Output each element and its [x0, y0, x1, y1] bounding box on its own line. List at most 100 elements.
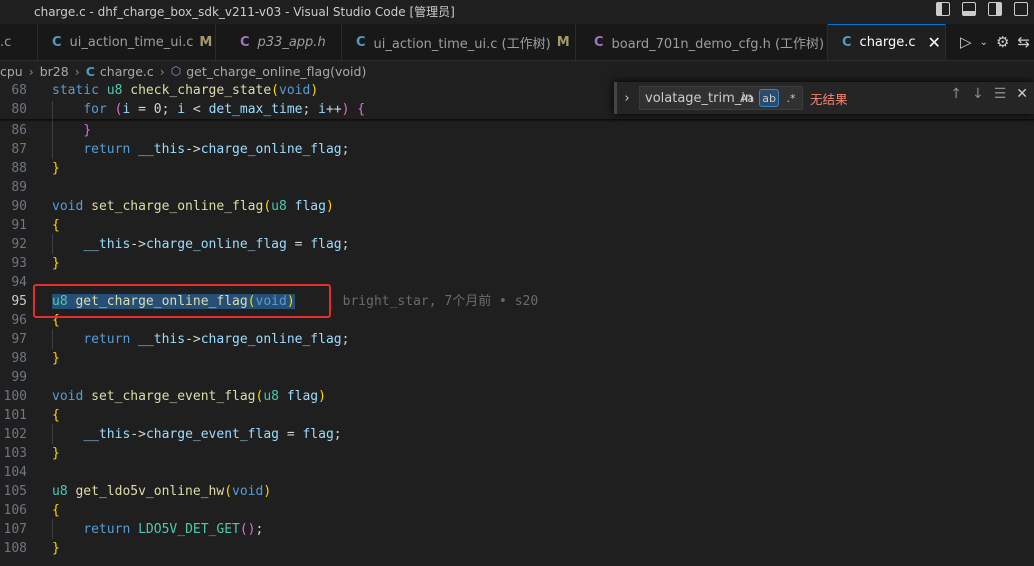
- whole-word-toggle[interactable]: ab: [759, 89, 779, 107]
- code-token: return: [83, 332, 139, 347]
- code-line[interactable]: 98}: [0, 349, 1034, 368]
- code-token: det_max_time: [208, 102, 303, 117]
- h-file-icon: C: [594, 34, 604, 50]
- code-token: }: [52, 541, 60, 556]
- match-case-toggle[interactable]: Aa: [738, 89, 756, 107]
- regex-toggle[interactable]: .*: [782, 89, 800, 107]
- code-text: {: [52, 501, 60, 520]
- line-number[interactable]: 68: [0, 81, 27, 100]
- code-line[interactable]: 102 __this->charge_event_flag = flag;: [0, 425, 1034, 444]
- code-token: ;: [341, 142, 350, 157]
- code-line[interactable]: 92 __this->charge_online_flag = flag;: [0, 235, 1034, 254]
- code-token: ): [310, 83, 319, 98]
- line-number[interactable]: 89: [0, 178, 27, 197]
- line-number[interactable]: 93: [0, 254, 27, 273]
- line-number[interactable]: 80: [0, 100, 27, 119]
- code-token: set_charge_event_flag: [91, 389, 256, 404]
- line-number[interactable]: 91: [0, 216, 27, 235]
- tab-ui-action-time-ui-worktree[interactable]: C ui_action_time_ui.c (工作树) M: [342, 24, 576, 60]
- line-number[interactable]: 86: [0, 121, 27, 140]
- code-line[interactable]: 99: [0, 368, 1034, 387]
- find-input[interactable]: volatage_trim_in Aa ab .*: [639, 86, 803, 110]
- code-line[interactable]: 97 return __this->charge_online_flag;: [0, 330, 1034, 349]
- line-number[interactable]: 108: [0, 539, 27, 558]
- code-line[interactable]: 108}: [0, 539, 1034, 558]
- code-editor[interactable]: 68 static u8 check_charge_state(void) 80 f…: [0, 81, 1034, 566]
- line-number[interactable]: 98: [0, 349, 27, 368]
- line-number[interactable]: 102: [0, 425, 27, 444]
- code-line[interactable]: 101 {: [0, 406, 1034, 425]
- code-token: void: [52, 199, 92, 214]
- find-in-selection-icon[interactable]: ☰: [994, 86, 1007, 102]
- line-number[interactable]: 107: [0, 520, 27, 539]
- close-icon[interactable]: ✕: [1016, 86, 1028, 102]
- code-line[interactable]: 87 return __this->charge_online_flag;: [0, 140, 1034, 159]
- breadcrumb-br28[interactable]: br28: [40, 64, 69, 79]
- breadcrumb-symbol[interactable]: get_charge_online_flag(void): [186, 64, 366, 79]
- code-token: ): [325, 199, 334, 214]
- line-number[interactable]: 104: [0, 463, 27, 482]
- code-token: (: [263, 199, 272, 214]
- line-number[interactable]: 88: [0, 159, 27, 178]
- close-icon[interactable]: ✕: [928, 33, 941, 52]
- gear-icon[interactable]: ⚙: [996, 33, 1009, 51]
- tab-label: p33_app.h: [257, 34, 326, 50]
- line-number[interactable]: 99: [0, 368, 27, 387]
- code-text: u8 get_ldo5v_online_hw(void): [52, 482, 271, 501]
- toggle-replace-chevron-icon[interactable]: ›: [617, 91, 637, 106]
- code-token: void: [232, 484, 264, 499]
- find-query: volatage_trim_in: [645, 90, 754, 106]
- code-line[interactable]: 107 return LDO5V_DET_GET();: [0, 520, 1034, 539]
- code-token: }: [52, 161, 60, 176]
- chevron-down-icon[interactable]: ⌄: [980, 37, 988, 48]
- breadcrumb-file[interactable]: charge.c: [100, 64, 154, 79]
- code-line[interactable]: 86 }: [0, 121, 1034, 140]
- code-line[interactable]: 103}: [0, 444, 1034, 463]
- code-token: ->: [130, 427, 146, 442]
- line-number[interactable]: 105: [0, 482, 27, 501]
- line-number[interactable]: 92: [0, 235, 27, 254]
- tab-c-file[interactable]: .c: [0, 24, 38, 60]
- run-debug-icon[interactable]: ▷: [960, 33, 972, 51]
- arrow-up-icon[interactable]: ↑: [950, 86, 962, 102]
- line-number[interactable]: 96: [0, 311, 27, 330]
- line-number[interactable]: 95: [0, 292, 27, 311]
- code-line[interactable]: 93}: [0, 254, 1034, 273]
- line-number[interactable]: 87: [0, 140, 27, 159]
- line-number[interactable]: 97: [0, 330, 27, 349]
- line-number[interactable]: 101: [0, 406, 27, 425]
- arrow-down-icon[interactable]: ↓: [972, 86, 984, 102]
- line-number[interactable]: 94: [0, 273, 27, 292]
- code-line[interactable]: 89: [0, 178, 1034, 197]
- code-line[interactable]: 90 void set_charge_online_flag(u8 flag): [0, 197, 1034, 216]
- code-token: u8: [263, 389, 287, 404]
- tab-charge-c[interactable]: C charge.c ✕: [828, 24, 946, 60]
- code-line[interactable]: 106 {: [0, 501, 1034, 520]
- tab-p33-app-h[interactable]: C p33_app.h: [216, 24, 342, 60]
- code-token: charge_online_flag: [200, 142, 342, 157]
- code-line[interactable]: 88}: [0, 159, 1034, 178]
- toggle-secondary-sidebar-icon[interactable]: [988, 2, 1002, 16]
- tab-ui-action-time-ui[interactable]: C ui_action_time_ui.c M: [38, 24, 216, 60]
- line-number[interactable]: 100: [0, 387, 27, 406]
- code-line[interactable]: 104: [0, 463, 1034, 482]
- code-token: void: [52, 389, 92, 404]
- code-token: }: [83, 123, 92, 138]
- code-token: (: [224, 484, 233, 499]
- toggle-panel-icon[interactable]: [962, 2, 976, 16]
- annotation-highlight-box: [33, 284, 331, 318]
- line-number[interactable]: 103: [0, 444, 27, 463]
- toggle-primary-sidebar-icon[interactable]: [936, 2, 950, 16]
- code-line[interactable]: 105 u8 get_ldo5v_online_hw(void): [0, 482, 1034, 501]
- code-line[interactable]: 100 void set_charge_event_flag(u8 flag): [0, 387, 1034, 406]
- code-line[interactable]: 91 {: [0, 216, 1034, 235]
- find-options: Aa ab .*: [738, 89, 800, 107]
- line-number[interactable]: 90: [0, 197, 27, 216]
- tab-board-cfg-worktree[interactable]: C board_701n_demo_cfg.h (工作树): [576, 24, 828, 60]
- customize-layout-icon[interactable]: [1014, 2, 1028, 16]
- source-control-icon[interactable]: ⇆: [1017, 33, 1030, 51]
- breadcrumb-cpu[interactable]: cpu: [0, 64, 23, 79]
- code-text: return __this->charge_online_flag;: [52, 330, 349, 349]
- line-number[interactable]: 106: [0, 501, 27, 520]
